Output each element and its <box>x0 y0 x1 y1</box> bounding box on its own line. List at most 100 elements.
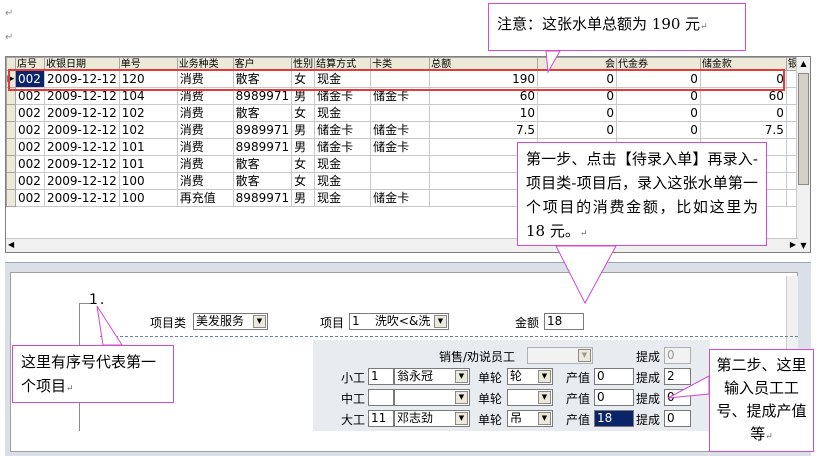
table-cell[interactable]: 002 <box>14 138 45 156</box>
table-cell[interactable]: 女 <box>291 172 316 190</box>
table-cell[interactable]: 102 <box>118 104 178 122</box>
table-cell[interactable]: 002 <box>14 155 45 173</box>
output-input[interactable]: 0 <box>594 389 634 406</box>
table-cell[interactable]: 8989971 <box>232 87 293 105</box>
sales-staff-select[interactable]: ▼ <box>527 347 593 364</box>
commission-input[interactable]: 0 <box>664 389 691 406</box>
table-cell[interactable]: 2009-12-12 <box>43 189 120 207</box>
table-cell[interactable]: 储金卡 <box>314 87 372 105</box>
scroll-left-icon[interactable]: ◀ <box>8 240 14 249</box>
triangle-down-icon[interactable]: ▼ <box>538 370 551 383</box>
table-cell[interactable]: 100 <box>118 172 178 190</box>
worker-code-input[interactable]: 1 <box>368 368 394 385</box>
scroll-thumb[interactable] <box>798 73 809 185</box>
table-cell[interactable]: 2009-12-12 <box>43 155 120 173</box>
row-indicator[interactable] <box>6 87 16 105</box>
table-row[interactable]: ▶ 002 2009-12-12 120 消费 散客女现金 190 0 0 0 <box>6 70 810 88</box>
worker-name-select[interactable]: ▼ <box>394 389 470 406</box>
table-cell[interactable]: 10 <box>429 104 539 122</box>
table-cell[interactable]: 2009-12-12 <box>43 121 120 139</box>
col-header[interactable]: 会 <box>537 57 617 71</box>
table-cell[interactable]: 储金卡 <box>370 87 431 105</box>
table-cell[interactable]: 190 <box>429 70 539 88</box>
table-cell[interactable]: 现金 <box>314 104 372 122</box>
table-cell[interactable] <box>370 155 431 173</box>
table-cell[interactable]: 现金 <box>314 155 372 173</box>
table-cell[interactable] <box>370 70 431 88</box>
table-cell[interactable]: 002 <box>14 121 45 139</box>
table-row[interactable]: 002 2009-12-12 104 消费 8989971 男储金卡 储金卡 60 0 0 60 <box>6 87 810 105</box>
scroll-right-icon[interactable]: ▶ <box>790 240 796 249</box>
col-header[interactable]: 总额 <box>429 57 539 71</box>
output-input[interactable]: 18 <box>594 410 634 427</box>
table-cell[interactable]: 104 <box>118 87 178 105</box>
sales-commission-input[interactable]: 0 <box>664 347 691 364</box>
item-select[interactable]: 1 洗吹<&洗 ▼ <box>349 313 449 330</box>
table-cell[interactable]: 现金 <box>314 172 372 190</box>
col-header[interactable]: 性别 <box>291 57 316 71</box>
triangle-down-icon[interactable]: ▼ <box>253 315 266 328</box>
table-cell[interactable]: 女 <box>291 155 316 173</box>
table-cell[interactable]: 男 <box>291 189 316 207</box>
triangle-down-icon[interactable]: ▼ <box>455 370 468 383</box>
shift-select[interactable]: 轮 ▼ <box>507 368 553 385</box>
table-cell[interactable]: 消费 <box>176 155 234 173</box>
table-cell[interactable]: 2009-12-12 <box>43 172 120 190</box>
table-cell[interactable]: 消费 <box>176 138 234 156</box>
table-cell[interactable]: 101 <box>118 138 178 156</box>
triangle-right-icon[interactable]: ▶ <box>6 70 16 88</box>
col-header[interactable]: 业务种类 <box>176 57 234 71</box>
col-header[interactable]: 代金券 <box>615 57 701 71</box>
table-cell[interactable]: 储金卡 <box>314 138 372 156</box>
table-cell[interactable]: 60 <box>699 87 787 105</box>
worker-code-input[interactable] <box>368 389 394 406</box>
table-cell[interactable]: 储金卡 <box>370 138 431 156</box>
row-indicator[interactable] <box>6 155 16 173</box>
shift-select[interactable]: ▼ <box>507 389 553 406</box>
table-cell[interactable]: 2009-12-12 <box>43 87 120 105</box>
table-cell[interactable]: 散客 <box>232 70 293 88</box>
shift-select[interactable]: 吊 ▼ <box>507 410 553 427</box>
table-cell[interactable]: 0 <box>699 104 787 122</box>
table-cell[interactable]: 散客 <box>232 172 293 190</box>
table-cell[interactable]: 0 <box>615 87 701 105</box>
table-cell[interactable] <box>370 172 431 190</box>
table-cell[interactable]: 8989971 <box>232 138 293 156</box>
table-cell[interactable]: 女 <box>291 104 316 122</box>
table-cell[interactable]: 2009-12-12 <box>43 138 120 156</box>
table-cell[interactable]: 储金卡 <box>370 189 431 207</box>
row-indicator[interactable] <box>6 121 16 139</box>
table-cell[interactable]: 2009-12-12 <box>43 70 120 88</box>
table-cell[interactable]: 0 <box>537 87 617 105</box>
table-cell[interactable]: 男 <box>291 121 316 139</box>
triangle-down-icon[interactable]: ▼ <box>455 412 468 425</box>
scroll-down-icon[interactable]: ▼ <box>798 240 809 252</box>
worker-name-select[interactable]: 翁永冠 ▼ <box>394 368 470 385</box>
table-cell[interactable]: 002 <box>14 87 45 105</box>
table-cell[interactable]: 消费 <box>176 70 234 88</box>
table-cell[interactable]: 8989971 <box>232 121 293 139</box>
table-cell[interactable]: 002 <box>14 70 45 88</box>
table-cell[interactable]: 男 <box>291 87 316 105</box>
amount-input[interactable]: 18 <box>544 313 584 330</box>
table-cell[interactable]: 消费 <box>176 172 234 190</box>
row-indicator[interactable] <box>6 104 16 122</box>
table-cell[interactable]: 储金卡 <box>370 121 431 139</box>
table-cell[interactable]: 0 <box>537 121 617 139</box>
table-cell[interactable]: 消费 <box>176 121 234 139</box>
table-cell[interactable]: 男 <box>291 138 316 156</box>
col-header[interactable]: 卡类 <box>370 57 431 71</box>
table-cell[interactable]: 0 <box>699 70 787 88</box>
worker-name-select[interactable]: 邓志劲 ▼ <box>394 410 470 427</box>
table-cell[interactable]: 0 <box>537 104 617 122</box>
table-cell[interactable]: 0 <box>537 70 617 88</box>
col-header[interactable]: 储金款 <box>699 57 787 71</box>
table-cell[interactable]: 102 <box>118 121 178 139</box>
commission-input[interactable]: 0 <box>664 410 691 427</box>
triangle-down-icon[interactable]: ▼ <box>455 391 468 404</box>
grid-vertical-scrollbar[interactable]: ▲ ▼ <box>796 57 810 252</box>
row-indicator[interactable] <box>6 138 16 156</box>
table-cell[interactable]: 现金 <box>314 70 372 88</box>
table-cell[interactable]: 现金 <box>314 189 372 207</box>
triangle-down-icon[interactable]: ▼ <box>538 391 551 404</box>
